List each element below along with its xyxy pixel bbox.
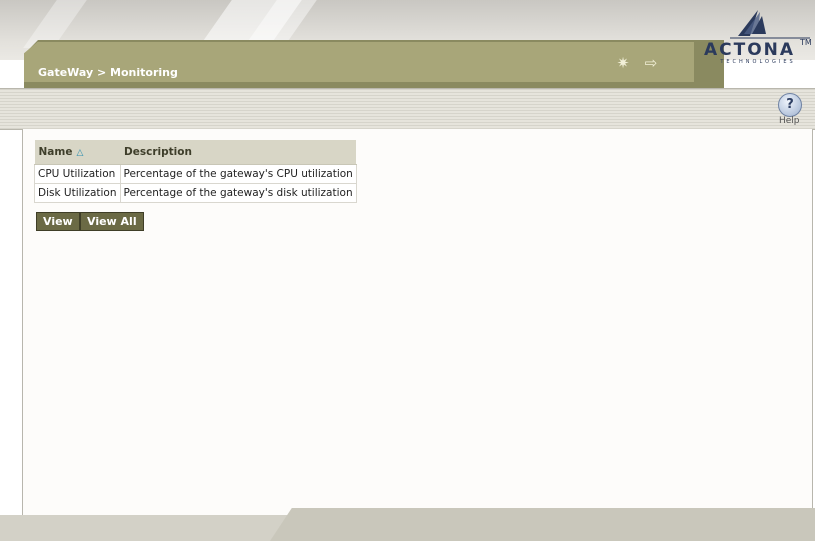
logo-wordmark: ACTONA [704, 40, 796, 60]
wand-icon[interactable]: ✷ [614, 55, 632, 71]
table-row[interactable]: CPU Utilization Percentage of the gatewa… [34, 164, 357, 184]
sort-ascending-icon[interactable]: △ [76, 148, 83, 158]
toolbar [0, 88, 815, 130]
column-header-description: Description [120, 140, 357, 165]
cell-description: Percentage of the gateway's disk utiliza… [119, 183, 357, 203]
column-header-label: Description [124, 146, 192, 158]
logout-icon[interactable]: ⇨ [642, 55, 660, 71]
breadcrumb: GateWay > Monitoring [38, 66, 178, 79]
cell-description: Percentage of the gateway's CPU utilizat… [119, 164, 357, 184]
cell-name[interactable]: Disk Utilization [34, 183, 121, 203]
help-label[interactable]: Help [779, 116, 800, 126]
column-header-name[interactable]: Name △ [34, 140, 121, 165]
cell-name[interactable]: CPU Utilization [34, 164, 121, 184]
logo-subtitle: TECHNOLOGIES [720, 59, 796, 65]
help-icon[interactable]: ? [778, 93, 802, 117]
table-header-row: Name △ Description [34, 140, 357, 165]
view-all-button[interactable]: View All [80, 212, 144, 231]
table-row[interactable]: Disk Utilization Percentage of the gatew… [34, 183, 357, 203]
monitoring-table: Name △ Description CPU Utilization Percen… [34, 140, 357, 203]
logo-trademark: TM [800, 38, 812, 47]
column-header-label: Name [38, 146, 73, 158]
view-button[interactable]: View [36, 212, 80, 231]
footer-tab [270, 508, 815, 541]
